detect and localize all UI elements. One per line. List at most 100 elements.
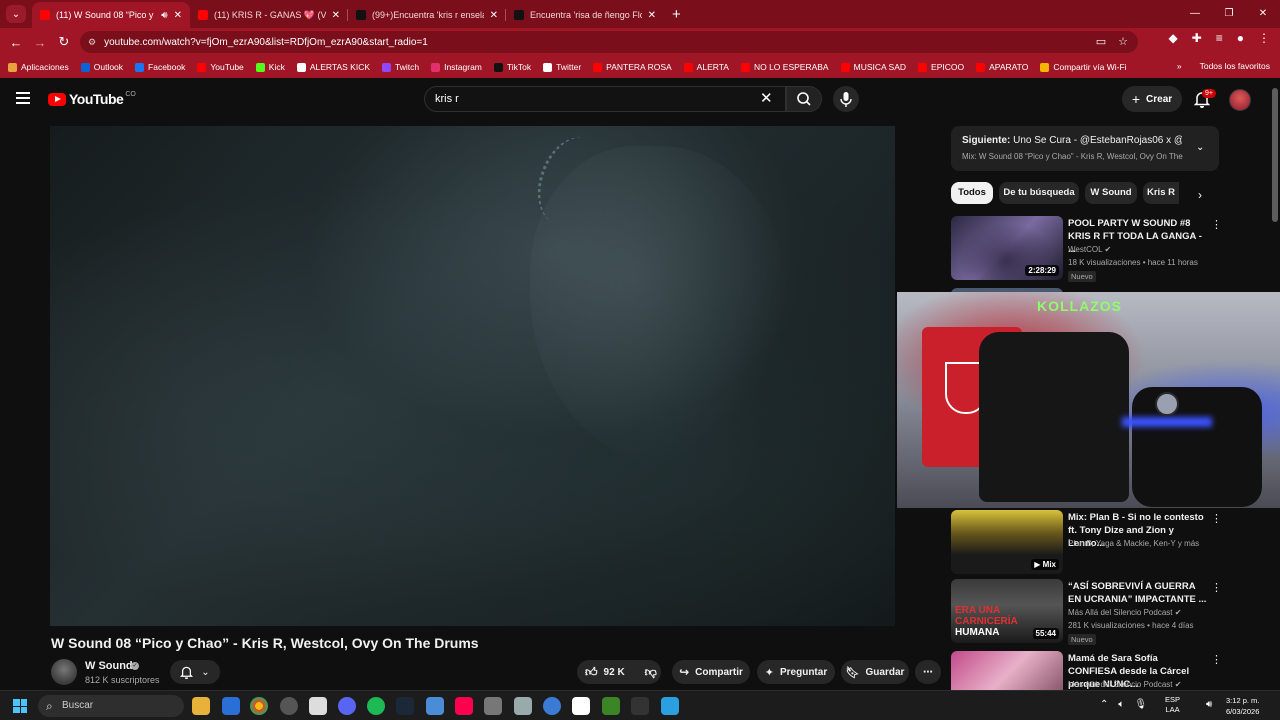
bookmark-item[interactable]: ALERTA (683, 62, 729, 72)
puzzle-icon[interactable]: ✚ (1192, 31, 1202, 45)
taskbar-search[interactable]: Buscar (38, 695, 184, 717)
forward-icon[interactable]: → (28, 35, 52, 50)
bookmark-item[interactable]: YouTube (197, 62, 244, 72)
extension-icon[interactable]: ◆ (1168, 31, 1177, 45)
store-icon[interactable] (222, 697, 240, 715)
close-window-icon[interactable]: ✕ (1246, 0, 1280, 28)
chip-de-tu-busqueda[interactable]: De tu búsqueda (999, 182, 1079, 204)
tiktok-icon[interactable] (455, 697, 473, 715)
tab-1[interactable]: (11) KRIS R - GANAS 💖 (VIDEO ✕ (190, 2, 348, 28)
minimize-icon[interactable]: — (1178, 0, 1212, 28)
video-thumbnail[interactable]: 2:28:29 (951, 216, 1063, 280)
close-tab-icon[interactable]: ✕ (648, 10, 656, 21)
account-avatar[interactable] (1229, 89, 1251, 111)
up-next-panel[interactable] (951, 126, 1219, 171)
minecraft-icon[interactable] (602, 697, 620, 715)
tab-2[interactable]: (99+)Encuentra 'kris r ensela a ✕ (348, 2, 506, 28)
settings-icon[interactable] (514, 697, 532, 715)
bookmark-item[interactable]: Compartir vía Wi-Fi (1040, 62, 1127, 72)
search-button[interactable] (786, 86, 822, 112)
create-button[interactable]: + Crear (1122, 86, 1182, 112)
video-thumbnail[interactable]: ERA UNA CARNICERÍA HUMANA 55:44 (951, 579, 1063, 643)
youtube-logo[interactable]: YouTube CO (48, 91, 136, 107)
discord-icon[interactable] (338, 697, 356, 715)
recommendation-item[interactable]: Mamá de Sara Sofía CONFIESA desde la Cár… (951, 651, 1221, 690)
bookmark-item[interactable]: NO LO ESPERABA (740, 62, 829, 72)
chevron-up-icon[interactable]: ⌃ (1100, 699, 1108, 710)
bookmark-item[interactable]: ALERTAS KICK (296, 62, 370, 72)
file-explorer-icon[interactable] (192, 697, 210, 715)
bookmark-item[interactable]: Twitter (543, 62, 581, 72)
new-tab-button[interactable]: + (672, 6, 681, 23)
page-scrollbar[interactable] (1272, 88, 1278, 222)
chip-w-sound[interactable]: W Sound (1085, 182, 1137, 204)
share-button[interactable]: ↪ Compartir (672, 660, 750, 684)
app-icon[interactable] (631, 697, 649, 715)
subscription-bell-button[interactable]: ⌄ (170, 660, 220, 684)
clear-search-icon[interactable]: ✕ (760, 89, 773, 107)
more-vertical-icon[interactable]: ⋮ (1211, 512, 1222, 525)
search-input[interactable]: kris r (424, 86, 786, 112)
bookmark-item[interactable]: Outlook (80, 62, 123, 72)
ask-button[interactable]: ✦ Preguntar (757, 660, 835, 684)
bookmark-star-icon[interactable]: ☆ (1118, 35, 1128, 48)
bookmark-item[interactable]: Twitch (382, 62, 419, 72)
tab-3[interactable]: Encuentra 'risa de ñengo Flow' ✕ (506, 2, 664, 28)
more-vertical-icon[interactable]: ⋮ (1211, 581, 1222, 594)
reading-list-icon[interactable]: ≡ (1216, 31, 1223, 45)
chip-todos[interactable]: Todos (951, 182, 993, 204)
expand-chevron-icon[interactable]: ⌄ (1196, 142, 1204, 153)
picture-in-picture-window[interactable]: KOLLAZOS (897, 292, 1280, 508)
dislike-icon[interactable]: 👎︎ (645, 665, 657, 680)
bookmark-item[interactable]: Instagram (431, 62, 482, 72)
bookmark-item[interactable]: Facebook (135, 62, 185, 72)
app-icon[interactable] (661, 697, 679, 715)
windows-start-icon[interactable] (13, 699, 27, 713)
bookmark-item[interactable]: Aplicaciones (8, 62, 69, 72)
notepad-icon[interactable] (309, 697, 327, 715)
tab-search-button[interactable]: ⌄ (6, 5, 26, 23)
more-bookmarks-icon[interactable]: » (1177, 61, 1182, 71)
close-tab-icon[interactable]: ✕ (174, 10, 182, 21)
speaker-icon[interactable]: 🔊︎ (161, 10, 167, 21)
cast-icon[interactable]: ▭ (1096, 35, 1106, 48)
restore-icon[interactable]: ❐ (1212, 0, 1246, 28)
app-icon[interactable] (426, 697, 444, 715)
app-icon[interactable] (484, 697, 502, 715)
bookmark-item[interactable]: TikTok (493, 62, 531, 72)
more-vertical-icon[interactable]: ⋮ (1211, 653, 1221, 666)
more-actions-button[interactable]: ⋯ (915, 660, 941, 684)
bookmark-item[interactable]: MUSICA SAD (840, 62, 906, 72)
chip-kris-r[interactable]: Kris R (1143, 182, 1179, 204)
all-bookmarks-folder[interactable]: Todos los favoritos (1200, 61, 1270, 71)
language-indicator[interactable]: ESP LAA (1165, 695, 1180, 715)
steam-icon[interactable] (396, 697, 414, 715)
back-icon[interactable]: ← (4, 35, 28, 50)
recommendation-item[interactable]: ERA UNA CARNICERÍA HUMANA 55:44 “ASÍ SOBRE… (951, 579, 1222, 645)
url-field[interactable]: ⚙︎ youtube.com/watch?v=fjOm_ezrA90&list=… (80, 31, 1138, 53)
app-icon[interactable] (572, 697, 590, 715)
spotify-icon[interactable] (367, 697, 385, 715)
app-icon[interactable] (543, 697, 561, 715)
speaker-icon[interactable]: 🔈︎ (1118, 699, 1124, 710)
chevron-right-icon[interactable]: › (1198, 188, 1202, 202)
more-menu-icon[interactable]: ⋮ (1258, 31, 1270, 45)
save-button[interactable]: 🔖︎ Guardar (841, 660, 909, 684)
app-icon[interactable] (280, 697, 298, 715)
recommendation-item[interactable]: 2:28:29 POOL PARTY W SOUND #8 KRIS R FT … (951, 216, 1222, 282)
tab-0[interactable]: (11) W Sound 08 “Pico y Chao” 🔊︎ ✕ (32, 2, 190, 28)
chrome-icon[interactable] (250, 697, 268, 715)
clock[interactable]: 3:12 p. m. 6/03/2026 (1226, 695, 1259, 717)
channel-name[interactable]: W Sound (85, 660, 133, 672)
bookmark-item[interactable]: EPICOO (918, 62, 964, 72)
bookmark-item[interactable]: APARATO (976, 62, 1028, 72)
microphone-icon[interactable]: 🎙︎ (1134, 699, 1147, 710)
voice-search-button[interactable] (833, 86, 859, 112)
close-tab-icon[interactable]: ✕ (332, 10, 340, 21)
video-thumbnail[interactable] (951, 651, 1063, 690)
bookmark-item[interactable]: PANTERA ROSA (593, 62, 672, 72)
reload-icon[interactable]: ↻ (52, 34, 76, 50)
volume-icon[interactable]: 🔊︎ (1206, 699, 1212, 710)
video-thumbnail[interactable]: ▶ Mix (951, 510, 1063, 574)
video-player[interactable] (50, 126, 895, 626)
